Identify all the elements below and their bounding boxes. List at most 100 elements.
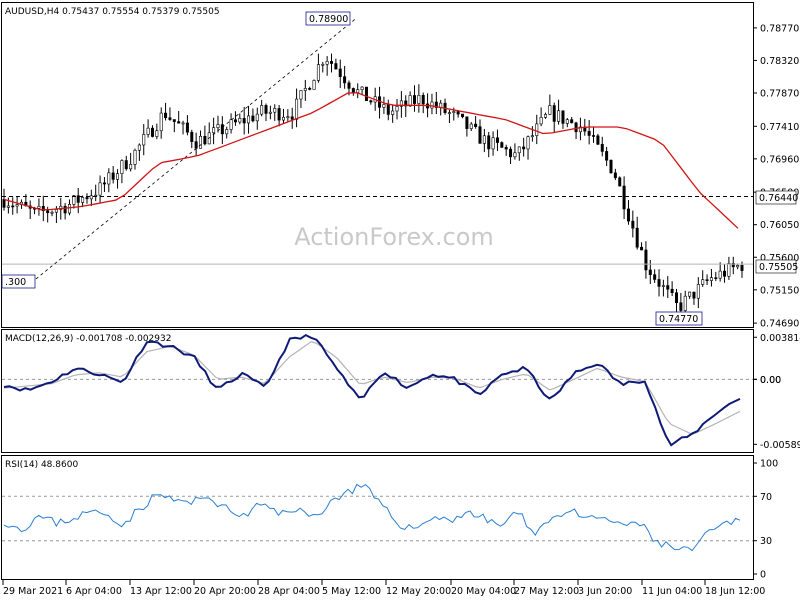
candle-body <box>653 274 657 280</box>
candle-body <box>613 172 617 179</box>
candle-body <box>194 141 198 149</box>
start-annotation: .300 <box>5 277 26 288</box>
candle-body <box>133 149 137 165</box>
candle-body <box>543 114 547 118</box>
candle-body <box>478 126 482 144</box>
candle-body <box>216 124 220 128</box>
candle-body <box>164 112 168 119</box>
candle-body <box>469 123 473 129</box>
candle-body <box>286 116 290 119</box>
candle-body <box>412 95 416 104</box>
candle-body <box>102 182 106 185</box>
candle-body <box>68 204 72 214</box>
candle-body <box>172 119 176 122</box>
candle-body <box>539 117 543 125</box>
candle-body <box>159 112 163 132</box>
candle-body <box>290 116 294 120</box>
low-annotation: 0.74770 <box>659 314 698 325</box>
rsi-panel-frame <box>1 455 754 580</box>
candle-body <box>587 130 591 136</box>
candle-body <box>277 108 281 121</box>
candle-body <box>303 88 307 91</box>
candle-body <box>631 220 635 229</box>
x-tick-label: 6 Apr 04:00 <box>66 586 122 597</box>
candle-body <box>474 123 478 128</box>
candle-body <box>338 68 342 77</box>
candle-body <box>548 105 552 115</box>
candle-body <box>635 227 639 248</box>
x-tick-label: 20 May 04:00 <box>451 586 516 597</box>
price-y-tick-label: 0.78770 <box>760 23 799 34</box>
candle-body <box>640 246 644 251</box>
candle-body <box>447 112 451 114</box>
candle-body <box>504 147 508 150</box>
candle-body <box>718 270 722 279</box>
candle-body <box>596 135 600 145</box>
x-tick-label: 20 Apr 20:00 <box>194 586 256 597</box>
candle-body <box>81 197 85 203</box>
candle-body <box>648 269 652 275</box>
candle-body <box>233 119 237 123</box>
candle-body <box>461 113 465 118</box>
candle-body <box>111 172 115 180</box>
candle-body <box>129 164 133 170</box>
candle-body <box>386 104 390 115</box>
candle-body <box>709 277 713 281</box>
candle-body <box>137 144 141 151</box>
candle-body <box>281 116 285 121</box>
candle-body <box>382 104 386 108</box>
candle-body <box>696 284 700 299</box>
candle-body <box>268 111 272 114</box>
candle-body <box>168 117 172 120</box>
candle-body <box>46 210 50 214</box>
candle-body <box>574 122 578 133</box>
candle-body <box>618 177 622 187</box>
candle-body <box>146 127 150 135</box>
candle-body <box>395 106 399 112</box>
macd-panel: MACD(12,26,9) -0.001708 -0.002932 0.0038… <box>1 329 800 453</box>
candle-body <box>316 64 320 81</box>
candle-body <box>107 172 111 185</box>
candle-body <box>626 208 630 222</box>
candle-body <box>417 95 421 104</box>
price-y-tick-label: 0.77870 <box>760 89 799 100</box>
candle-body <box>491 137 495 150</box>
candle-body <box>330 61 334 64</box>
candle-body <box>260 105 264 115</box>
candle-body <box>736 265 740 268</box>
candle-body <box>116 173 120 180</box>
price-y-tick-label: 0.78320 <box>760 56 799 67</box>
candle-body <box>456 111 460 115</box>
candle-body <box>522 146 526 150</box>
candle-body <box>657 279 661 287</box>
candle-body <box>242 118 246 124</box>
price-panel-frame <box>1 2 754 328</box>
candle-body <box>513 152 517 158</box>
x-tick-label: 18 Jun 12:00 <box>705 586 765 597</box>
candle-body <box>351 88 355 93</box>
price-y-tick-label: 0.75150 <box>760 285 799 296</box>
candle-body <box>565 119 569 124</box>
candle-body <box>674 292 678 304</box>
candle-body <box>526 136 530 150</box>
candle-body <box>557 110 561 122</box>
price-panel: ActionForex.com AUDUSD,H4 0.75437 0.7555… <box>1 2 799 330</box>
candle-body <box>482 135 486 144</box>
rsi-panel: RSI(14) 48.8600 100 70 30 0 <box>1 455 778 581</box>
candle-body <box>683 295 687 311</box>
candle-body <box>150 127 154 137</box>
candle-body <box>72 195 76 205</box>
candle-body <box>295 98 299 120</box>
candle-body <box>312 80 316 90</box>
candle-body <box>465 116 469 129</box>
candle-body <box>364 86 368 102</box>
rsi-y-tick-label: 100 <box>760 459 778 470</box>
candle-body <box>220 124 224 135</box>
candle-body <box>185 122 189 133</box>
candle-body <box>644 249 648 271</box>
candle-body <box>251 115 255 122</box>
candle-body <box>666 285 670 290</box>
price-y-tick-label: 0.76050 <box>760 220 799 231</box>
candle-body <box>273 108 277 113</box>
candle-body <box>255 113 259 122</box>
